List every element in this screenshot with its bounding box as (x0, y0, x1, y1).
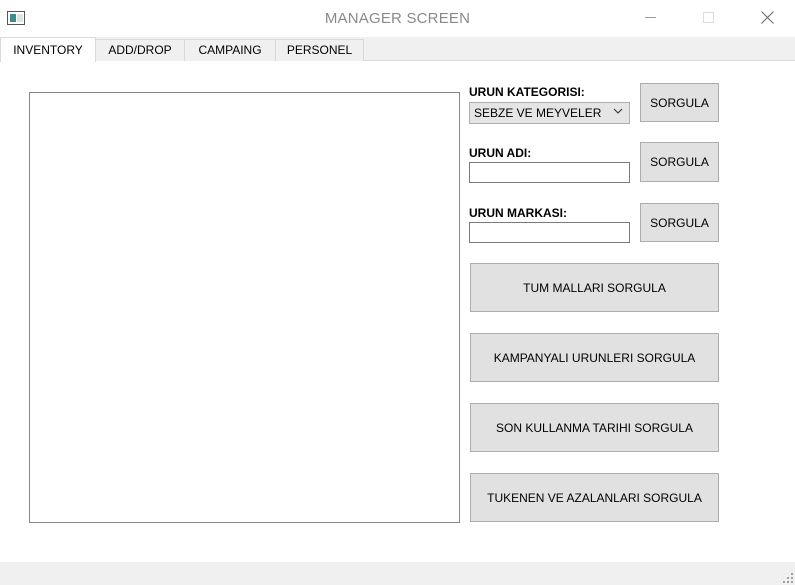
results-list[interactable] (29, 92, 460, 523)
category-label: URUN KATEGORISI: (469, 85, 585, 99)
product-name-label: URUN ADI: (469, 146, 532, 160)
tab-add-drop[interactable]: ADD/DROP (95, 39, 185, 61)
product-brand-query-button[interactable]: SORGULA (640, 203, 719, 242)
minimize-icon (644, 16, 656, 18)
tab-personel[interactable]: PERSONEL (275, 39, 364, 61)
expiry-date-query-button[interactable]: SON KULLANMA TARIHI SORGULA (470, 403, 719, 452)
minimize-button[interactable] (627, 0, 673, 34)
tab-inventory[interactable]: INVENTORY (0, 37, 96, 62)
maximize-button[interactable] (685, 0, 731, 34)
tab-strip: INVENTORY ADD/DROP CAMPAING PERSONEL (0, 37, 795, 62)
tab-campaign[interactable]: CAMPAING (184, 39, 276, 61)
category-select[interactable]: SEBZE VE MEYVELER (469, 102, 630, 124)
window-title: MANAGER SCREEN (324, 10, 471, 27)
all-goods-query-button[interactable]: TUM MALLARI SORGULA (470, 263, 719, 312)
product-brand-label: URUN MARKASI: (469, 206, 567, 220)
depleted-low-query-button[interactable]: TUKENEN VE AZALANLARI SORGULA (470, 473, 719, 522)
product-name-input[interactable] (469, 162, 630, 183)
product-brand-input[interactable] (469, 222, 630, 243)
category-query-button[interactable]: SORGULA (640, 83, 719, 122)
product-name-query-button[interactable]: SORGULA (640, 142, 719, 182)
chevron-down-icon (613, 108, 623, 114)
resize-grip-icon[interactable] (783, 573, 793, 583)
title-bar: MANAGER SCREEN (0, 0, 795, 37)
status-bar (0, 562, 795, 585)
close-button[interactable] (744, 0, 790, 34)
close-icon (760, 10, 774, 24)
maximize-icon (702, 11, 714, 23)
inventory-panel: URUN KATEGORISI: SEBZE VE MEYVELER SORGU… (0, 61, 795, 562)
category-selected-value: SEBZE VE MEYVELER (474, 106, 602, 120)
campaign-products-query-button[interactable]: KAMPANYALI URUNLERI SORGULA (470, 333, 719, 382)
